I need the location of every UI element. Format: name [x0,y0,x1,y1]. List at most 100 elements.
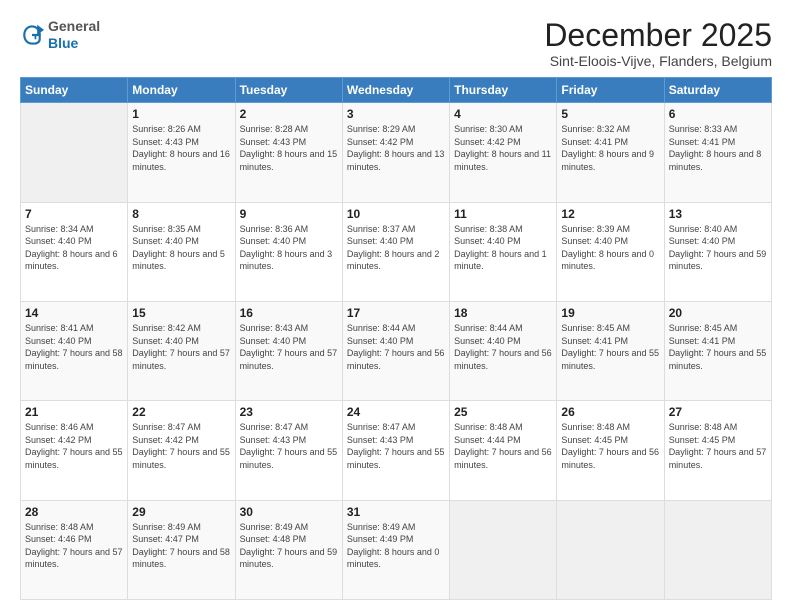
cell-info: Sunrise: 8:45 AMSunset: 4:41 PMDaylight:… [669,322,767,372]
cell-info: Sunrise: 8:29 AMSunset: 4:42 PMDaylight:… [347,123,445,173]
calendar-cell: 18Sunrise: 8:44 AMSunset: 4:40 PMDayligh… [450,301,557,400]
day-number: 22 [132,405,230,419]
calendar-header-row: SundayMondayTuesdayWednesdayThursdayFrid… [21,78,772,103]
page: General Blue December 2025 Sint-Eloois-V… [0,0,792,612]
day-number: 21 [25,405,123,419]
cell-info: Sunrise: 8:26 AMSunset: 4:43 PMDaylight:… [132,123,230,173]
day-number: 15 [132,306,230,320]
calendar-cell: 7 Sunrise: 8:34 AMSunset: 4:40 PMDaylight… [21,202,128,301]
cell-info: Sunrise: 8:43 AMSunset: 4:40 PMDaylight:… [240,322,338,372]
day-number: 25 [454,405,552,419]
day-number: 7 [25,207,123,221]
calendar-cell: 26 Sunrise: 8:48 AMSunset: 4:45 PMDayligh… [557,401,664,500]
day-number: 20 [669,306,767,320]
title-block: December 2025 Sint-Eloois-Vijve, Flander… [544,18,772,69]
calendar-weekday-wednesday: Wednesday [342,78,449,103]
cell-info: Sunrise: 8:49 AMSunset: 4:49 PMDaylight:… [347,521,445,571]
day-number: 16 [240,306,338,320]
calendar-cell: 10Sunrise: 8:37 AMSunset: 4:40 PMDayligh… [342,202,449,301]
calendar-week-row: 28 Sunrise: 8:48 AMSunset: 4:46 PMDayligh… [21,500,772,599]
calendar-cell: 8 Sunrise: 8:35 AMSunset: 4:40 PMDaylight… [128,202,235,301]
day-number: 2 [240,107,338,121]
calendar-cell: 20 Sunrise: 8:45 AMSunset: 4:41 PMDayligh… [664,301,771,400]
day-number: 24 [347,405,445,419]
cell-info: Sunrise: 8:30 AMSunset: 4:42 PMDaylight:… [454,123,552,173]
calendar-cell [557,500,664,599]
calendar-cell: 23Sunrise: 8:47 AMSunset: 4:43 PMDayligh… [235,401,342,500]
day-number: 18 [454,306,552,320]
cell-info: Sunrise: 8:42 AMSunset: 4:40 PMDaylight:… [132,322,230,372]
day-number: 14 [25,306,123,320]
cell-info: Sunrise: 8:47 AMSunset: 4:42 PMDaylight:… [132,421,230,471]
calendar-week-row: 7 Sunrise: 8:34 AMSunset: 4:40 PMDaylight… [21,202,772,301]
calendar-cell: 11 Sunrise: 8:38 AMSunset: 4:40 PMDayligh… [450,202,557,301]
cell-info: Sunrise: 8:48 AMSunset: 4:45 PMDaylight:… [561,421,659,471]
day-number: 4 [454,107,552,121]
day-number: 27 [669,405,767,419]
cell-info: Sunrise: 8:33 AMSunset: 4:41 PMDaylight:… [669,123,767,173]
calendar-weekday-tuesday: Tuesday [235,78,342,103]
calendar-cell: 5 Sunrise: 8:32 AMSunset: 4:41 PMDaylight… [557,103,664,202]
day-number: 11 [454,207,552,221]
calendar-cell [21,103,128,202]
day-number: 30 [240,505,338,519]
day-number: 17 [347,306,445,320]
calendar-cell: 31 Sunrise: 8:49 AMSunset: 4:49 PMDayligh… [342,500,449,599]
calendar-cell: 3Sunrise: 8:29 AMSunset: 4:42 PMDaylight… [342,103,449,202]
calendar-week-row: 21 Sunrise: 8:46 AMSunset: 4:42 PMDayligh… [21,401,772,500]
calendar-weekday-sunday: Sunday [21,78,128,103]
calendar-cell: 14Sunrise: 8:41 AMSunset: 4:40 PMDayligh… [21,301,128,400]
day-number: 19 [561,306,659,320]
day-number: 5 [561,107,659,121]
calendar-cell: 12Sunrise: 8:39 AMSunset: 4:40 PMDayligh… [557,202,664,301]
calendar-cell: 9Sunrise: 8:36 AMSunset: 4:40 PMDaylight… [235,202,342,301]
month-title: December 2025 [544,18,772,53]
cell-info: Sunrise: 8:38 AMSunset: 4:40 PMDaylight:… [454,223,552,273]
calendar-cell: 22 Sunrise: 8:47 AMSunset: 4:42 PMDayligh… [128,401,235,500]
calendar-weekday-monday: Monday [128,78,235,103]
cell-info: Sunrise: 8:34 AMSunset: 4:40 PMDaylight:… [25,223,123,273]
cell-info: Sunrise: 8:35 AMSunset: 4:40 PMDaylight:… [132,223,230,273]
calendar-weekday-thursday: Thursday [450,78,557,103]
calendar-cell: 2 Sunrise: 8:28 AMSunset: 4:43 PMDaylight… [235,103,342,202]
calendar-cell: 29 Sunrise: 8:49 AMSunset: 4:47 PMDayligh… [128,500,235,599]
day-number: 23 [240,405,338,419]
cell-info: Sunrise: 8:37 AMSunset: 4:40 PMDaylight:… [347,223,445,273]
day-number: 26 [561,405,659,419]
cell-info: Sunrise: 8:48 AMSunset: 4:46 PMDaylight:… [25,521,123,571]
cell-info: Sunrise: 8:48 AMSunset: 4:44 PMDaylight:… [454,421,552,471]
logo: General Blue [20,18,100,52]
calendar-cell: 16 Sunrise: 8:43 AMSunset: 4:40 PMDayligh… [235,301,342,400]
cell-info: Sunrise: 8:49 AMSunset: 4:47 PMDaylight:… [132,521,230,571]
calendar-cell [450,500,557,599]
calendar-cell: 17 Sunrise: 8:44 AMSunset: 4:40 PMDayligh… [342,301,449,400]
day-number: 8 [132,207,230,221]
cell-info: Sunrise: 8:40 AMSunset: 4:40 PMDaylight:… [669,223,767,273]
calendar-cell: 25 Sunrise: 8:48 AMSunset: 4:44 PMDayligh… [450,401,557,500]
day-number: 28 [25,505,123,519]
day-number: 13 [669,207,767,221]
calendar-cell: 19 Sunrise: 8:45 AMSunset: 4:41 PMDayligh… [557,301,664,400]
cell-info: Sunrise: 8:28 AMSunset: 4:43 PMDaylight:… [240,123,338,173]
day-number: 9 [240,207,338,221]
cell-info: Sunrise: 8:47 AMSunset: 4:43 PMDaylight:… [347,421,445,471]
calendar-cell [664,500,771,599]
cell-info: Sunrise: 8:46 AMSunset: 4:42 PMDaylight:… [25,421,123,471]
cell-info: Sunrise: 8:49 AMSunset: 4:48 PMDaylight:… [240,521,338,571]
calendar-weekday-saturday: Saturday [664,78,771,103]
logo-text: General Blue [48,18,100,52]
day-number: 6 [669,107,767,121]
cell-info: Sunrise: 8:45 AMSunset: 4:41 PMDaylight:… [561,322,659,372]
calendar-cell: 27 Sunrise: 8:48 AMSunset: 4:45 PMDayligh… [664,401,771,500]
cell-info: Sunrise: 8:44 AMSunset: 4:40 PMDaylight:… [347,322,445,372]
location-title: Sint-Eloois-Vijve, Flanders, Belgium [544,53,772,69]
day-number: 1 [132,107,230,121]
day-number: 29 [132,505,230,519]
calendar-cell: 24 Sunrise: 8:47 AMSunset: 4:43 PMDayligh… [342,401,449,500]
day-number: 31 [347,505,445,519]
cell-info: Sunrise: 8:32 AMSunset: 4:41 PMDaylight:… [561,123,659,173]
logo-icon [20,23,44,47]
calendar-table: SundayMondayTuesdayWednesdayThursdayFrid… [20,77,772,600]
calendar-cell: 1 Sunrise: 8:26 AMSunset: 4:43 PMDaylight… [128,103,235,202]
cell-info: Sunrise: 8:48 AMSunset: 4:45 PMDaylight:… [669,421,767,471]
